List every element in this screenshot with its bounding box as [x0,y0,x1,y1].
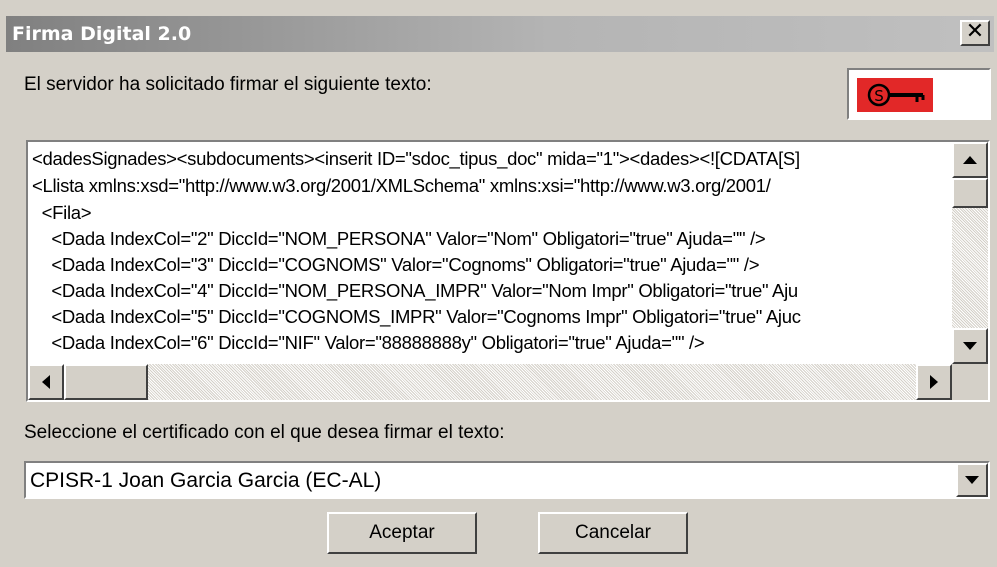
prompt-label: El servidor ha solicitado firmar el sigu… [24,74,432,95]
chevron-down-icon [965,476,979,484]
text-line: <Fila> [32,202,92,223]
scroll-right-button[interactable] [916,364,952,400]
vertical-scroll-thumb[interactable] [952,178,988,208]
svg-text:S: S [874,87,884,105]
text-content: <dadesSignades><subdocuments><inserit ID… [28,142,952,364]
arrow-down-icon [963,342,977,350]
text-line: <Dada IndexCol="4" DiccId="NOM_PERSONA_I… [32,280,798,301]
certificate-select[interactable]: CPISR-1 Joan Garcia Garcia (EC-AL) [24,461,990,499]
cancel-button[interactable]: Cancelar [538,512,688,554]
close-button[interactable]: ✕ [960,20,990,46]
text-line: <dadesSignades><subdocuments><inserit ID… [32,148,800,169]
accept-button[interactable]: Aceptar [327,512,477,554]
text-to-sign-area[interactable]: <dadesSignades><subdocuments><inserit ID… [26,140,990,402]
text-line: <Dada IndexCol="6" DiccId="NIF" Valor="8… [32,332,705,353]
digital-signature-dialog: Firma Digital 2.0 ✕ El servidor ha solic… [0,0,997,567]
horizontal-scrollbar[interactable] [28,364,952,400]
title-bar[interactable]: Firma Digital 2.0 ✕ [6,16,994,52]
text-line: <Dada IndexCol="3" DiccId="COGNOMS" Valo… [32,254,760,275]
vertical-scrollbar[interactable] [952,142,988,364]
scrollbar-corner [952,364,988,400]
key-icon-background: S [857,78,933,112]
text-line: <Llista xmlns:xsd="http://www.w3.org/200… [32,175,771,196]
window-title: Firma Digital 2.0 [12,23,192,45]
scroll-up-button[interactable] [952,142,988,178]
arrow-left-icon [42,375,50,389]
text-line: <Dada IndexCol="2" DiccId="NOM_PERSONA" … [32,228,766,249]
close-icon: ✕ [965,19,985,44]
key-indicator-blank [935,72,987,116]
arrow-right-icon [930,375,938,389]
key-icon: S [867,83,925,107]
signature-key-indicator: S [847,68,991,120]
certificate-dropdown-button[interactable] [956,463,988,497]
certificate-select-value: CPISR-1 Joan Garcia Garcia (EC-AL) [30,469,382,492]
arrow-up-icon [963,156,977,164]
horizontal-scroll-thumb[interactable] [64,364,148,400]
text-line: <Dada IndexCol="5" DiccId="COGNOMS_IMPR"… [32,306,801,327]
scroll-left-button[interactable] [28,364,64,400]
scroll-down-button[interactable] [952,328,988,364]
certificate-label: Seleccione el certificado con el que des… [24,422,505,443]
